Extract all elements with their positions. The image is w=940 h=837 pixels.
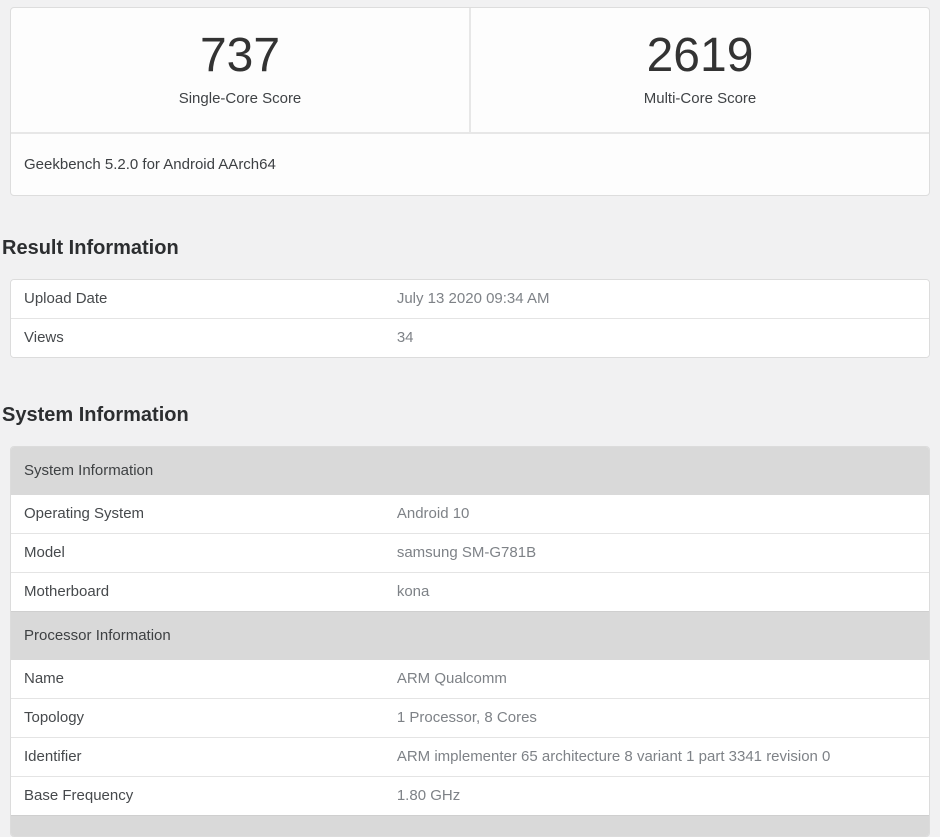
row-label: Views bbox=[24, 329, 397, 347]
row-label: Model bbox=[24, 544, 397, 562]
row-value: July 13 2020 09:34 AM bbox=[397, 290, 916, 308]
row-value: ARM Qualcomm bbox=[397, 670, 916, 688]
single-core-score-value: 737 bbox=[11, 29, 469, 83]
table-row-operating-system: Operating System Android 10 bbox=[11, 495, 929, 533]
row-label: Topology bbox=[24, 709, 397, 727]
result-information-heading: Result Information bbox=[2, 236, 940, 260]
system-information-group-header: System Information bbox=[11, 447, 929, 495]
multi-core-score-label: Multi-Core Score bbox=[471, 90, 929, 107]
row-value: Android 10 bbox=[397, 505, 916, 523]
system-information-table: System Information Operating System Andr… bbox=[10, 446, 930, 837]
row-value: samsung SM-G781B bbox=[397, 544, 916, 562]
multi-core-score-cell: 2619 Multi-Core Score bbox=[469, 8, 929, 132]
row-label: Identifier bbox=[24, 748, 397, 766]
multi-core-score-value: 2619 bbox=[471, 29, 929, 83]
single-core-score-label: Single-Core Score bbox=[11, 90, 469, 107]
table-row-name: Name ARM Qualcomm bbox=[11, 660, 929, 698]
table-row-upload-date: Upload Date July 13 2020 09:34 AM bbox=[11, 280, 929, 318]
score-row: 737 Single-Core Score 2619 Multi-Core Sc… bbox=[11, 8, 929, 132]
result-information-table: Upload Date July 13 2020 09:34 AM Views … bbox=[10, 279, 930, 358]
geekbench-version-footer: Geekbench 5.2.0 for Android AArch64 bbox=[11, 132, 929, 195]
table-row-base-frequency: Base Frequency 1.80 GHz bbox=[11, 776, 929, 815]
single-core-score-cell: 737 Single-Core Score bbox=[11, 8, 469, 132]
row-value: ARM implementer 65 architecture 8 varian… bbox=[397, 748, 916, 766]
row-value: 34 bbox=[397, 329, 916, 347]
row-value: 1.80 GHz bbox=[397, 787, 916, 805]
row-label: Base Frequency bbox=[24, 787, 397, 805]
table-row-motherboard: Motherboard kona bbox=[11, 572, 929, 611]
row-label: Name bbox=[24, 670, 397, 688]
table-row-model: Model samsung SM-G781B bbox=[11, 533, 929, 572]
table-row-topology: Topology 1 Processor, 8 Cores bbox=[11, 698, 929, 737]
row-label: Upload Date bbox=[24, 290, 397, 308]
table-row-identifier: Identifier ARM implementer 65 architectu… bbox=[11, 737, 929, 776]
row-label: Operating System bbox=[24, 505, 397, 523]
processor-information-group-header: Processor Information bbox=[11, 611, 929, 660]
next-group-header-partial bbox=[11, 815, 929, 836]
score-summary-card: 737 Single-Core Score 2619 Multi-Core Sc… bbox=[10, 7, 930, 196]
row-value: 1 Processor, 8 Cores bbox=[397, 709, 916, 727]
row-label: Motherboard bbox=[24, 583, 397, 601]
system-information-heading: System Information bbox=[2, 403, 940, 427]
table-row-views: Views 34 bbox=[11, 318, 929, 357]
row-value: kona bbox=[397, 583, 916, 601]
